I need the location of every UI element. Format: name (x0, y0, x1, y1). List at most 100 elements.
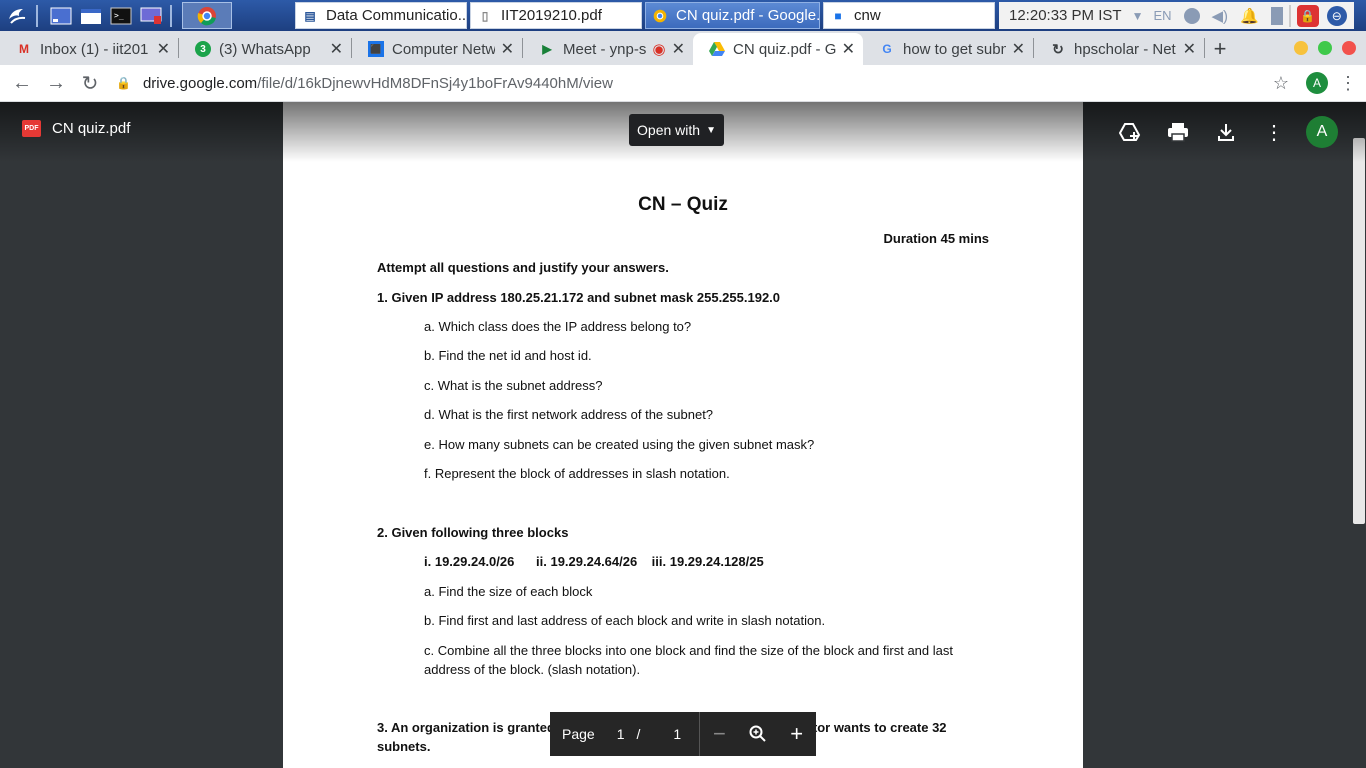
tray-separator (1288, 4, 1291, 27)
question-1-part: f. Represent the block of addresses in s… (424, 466, 730, 481)
chrome-launcher-icon[interactable] (182, 2, 232, 29)
browser-toolbar: ← → ↻ 🔒 drive.google.com/file/d/16kDjnew… (0, 65, 1366, 102)
question-1-part: d. What is the first network address of … (424, 407, 714, 422)
question-2-blocks: i. 19.29.24.0/26 ii. 19.29.24.64/26 iii.… (424, 554, 764, 569)
tab-title: how to get subn (903, 40, 1006, 58)
caret-down-icon: ▼ (706, 124, 716, 136)
page-label: Page (562, 726, 595, 742)
network-icon[interactable]: ▼ (1132, 9, 1144, 23)
display-settings-icon[interactable] (138, 4, 164, 28)
tab-title: Meet - ynp-s (563, 40, 647, 58)
folder-icon: ■ (834, 8, 842, 23)
download-icon[interactable] (1202, 114, 1250, 150)
back-arrow-icon[interactable]: ← (6, 67, 38, 99)
viewer-header: PDF CN quiz.pdf Open with ▼ ⋮ A (0, 102, 1366, 162)
pdf-page: CN – Quiz Duration 45 mins Attempt all q… (283, 102, 1083, 768)
address-bar[interactable]: 🔒 drive.google.com/file/d/16kDjnewvHdM8D… (116, 68, 1266, 98)
minimize-button[interactable] (1294, 41, 1308, 55)
scrollbar[interactable] (1353, 138, 1365, 524)
add-to-drive-icon[interactable] (1106, 114, 1154, 150)
zoom-out-icon[interactable]: − (700, 721, 739, 747)
current-page-input[interactable]: 1 (617, 726, 625, 742)
taskbar-window-label: Data Communicatio... (326, 7, 467, 24)
tab-gmail[interactable]: M Inbox (1) - iit201 ✕ (0, 33, 178, 65)
tab-computer-networks[interactable]: ⬛ Computer Netw ✕ (352, 33, 522, 65)
system-tray: 12:20:33 PM IST ▼ EN ◀) 🔔 🔒 ⊖ (999, 2, 1354, 29)
close-tab-icon[interactable]: ✕ (1183, 39, 1196, 59)
question-1-part: b. Find the net id and host id. (424, 348, 592, 363)
page-separator: / (636, 726, 641, 742)
bell-icon[interactable]: 🔔 (1240, 7, 1259, 25)
bookmark-star-icon[interactable]: ☆ (1266, 73, 1296, 94)
account-avatar[interactable]: A (1306, 116, 1338, 148)
browser-menu-icon[interactable]: ⋮ (1338, 73, 1358, 94)
maximize-button[interactable] (1318, 41, 1332, 55)
duration-text: Duration 45 mins (883, 231, 989, 246)
forward-arrow-icon[interactable]: → (40, 67, 72, 99)
question-2-part: b. Find first and last address of each b… (424, 613, 826, 628)
taskbar-window-pdf[interactable]: ▯ IIT2019210.pdf (470, 2, 642, 29)
battery-icon[interactable] (1270, 6, 1283, 25)
lock-icon[interactable]: 🔒 (116, 76, 131, 90)
profile-avatar[interactable]: A (1306, 72, 1328, 94)
close-tab-icon[interactable]: ✕ (1012, 39, 1025, 59)
question-2-part: a. Find the size of each block (424, 584, 593, 599)
taskbar-window-label: CN quiz.pdf - Google... (676, 7, 820, 24)
open-with-button[interactable]: Open with ▼ (629, 114, 724, 146)
zoom-icon[interactable] (739, 725, 778, 743)
more-options-icon[interactable]: ⋮ (1250, 114, 1298, 150)
taskbar-window-cn-quiz[interactable]: CN quiz.pdf - Google... (645, 2, 820, 29)
instruction-text: Attempt all questions and justify your a… (377, 260, 669, 275)
print-icon[interactable] (1154, 114, 1202, 150)
tab-hpscholar[interactable]: ↻ hpscholar - Net ✕ (1034, 33, 1204, 65)
lock-screen-icon[interactable]: 🔒 (1296, 4, 1319, 27)
tab-title: Computer Netw (392, 40, 495, 58)
terminal-icon[interactable]: >_ (108, 4, 134, 28)
taskbar-window-label: cnw (854, 7, 881, 24)
app-menu-icon[interactable] (4, 4, 30, 28)
whatsapp-icon: 3 (195, 41, 211, 57)
close-tab-icon[interactable]: ✕ (672, 39, 685, 59)
notification-icon[interactable] (1183, 7, 1200, 24)
volume-icon[interactable]: ◀) (1212, 7, 1229, 25)
zoom-in-icon[interactable]: + (777, 721, 816, 747)
taskbar-window-cnw[interactable]: ■ cnw (823, 2, 995, 29)
pdf-icon: PDF (22, 120, 41, 137)
file-manager-icon[interactable] (78, 4, 104, 28)
question-2-part: c. Combine all the three blocks into one… (424, 643, 953, 677)
tab-title: Inbox (1) - iit201 (40, 40, 149, 58)
open-with-label: Open with (637, 122, 701, 138)
language-indicator[interactable]: EN (1153, 8, 1171, 23)
logout-icon[interactable]: ⊖ (1326, 5, 1347, 26)
os-taskbar: >_ ▤ Data Communicatio... ▯ IIT2019210.p… (0, 0, 1366, 31)
url-path: /file/d/16kDjnewvHdM8DFnSj4y1boFrAv9440h… (257, 74, 613, 92)
gmail-icon: M (19, 42, 29, 56)
tab-cn-quiz[interactable]: CN quiz.pdf - G ✕ (693, 33, 863, 65)
tab-how-to-get-subnet[interactable]: G how to get subn ✕ (863, 33, 1033, 65)
tab-title: hpscholar - Net (1074, 40, 1176, 58)
close-tab-icon[interactable]: ✕ (842, 39, 855, 59)
window-controls (1284, 41, 1356, 55)
question-1-part: e. How many subnets can be created using… (424, 437, 815, 452)
document-title: CN – Quiz (638, 194, 728, 215)
google-drive-icon (709, 41, 725, 57)
chrome-icon (652, 8, 668, 24)
close-window-button[interactable] (1342, 41, 1356, 55)
meet-icon: ▶ (542, 42, 552, 56)
taskbar-separator (36, 4, 38, 27)
close-tab-icon[interactable]: ✕ (501, 39, 514, 59)
viewer-actions: ⋮ A (1106, 114, 1338, 150)
reload-icon[interactable]: ↻ (74, 67, 106, 99)
close-tab-icon[interactable]: ✕ (157, 39, 170, 59)
tab-meet[interactable]: ▶ Meet - ynp-s ◉ ✕ (523, 33, 693, 65)
clock[interactable]: 12:20:33 PM IST (1009, 7, 1122, 24)
close-tab-icon[interactable]: ✕ (330, 39, 343, 59)
workspace-icon[interactable] (48, 4, 74, 28)
taskbar-window-data-communication[interactable]: ▤ Data Communicatio... (295, 2, 467, 29)
tab-whatsapp[interactable]: 3 (3) WhatsApp ✕ (179, 33, 351, 65)
google-icon: G (882, 42, 892, 56)
total-pages: 1 (673, 726, 682, 742)
new-tab-button[interactable]: + (1205, 33, 1235, 65)
question-1: 1. Given IP address 180.25.21.172 and su… (377, 290, 781, 305)
question-2: 2. Given following three blocks (377, 525, 569, 540)
